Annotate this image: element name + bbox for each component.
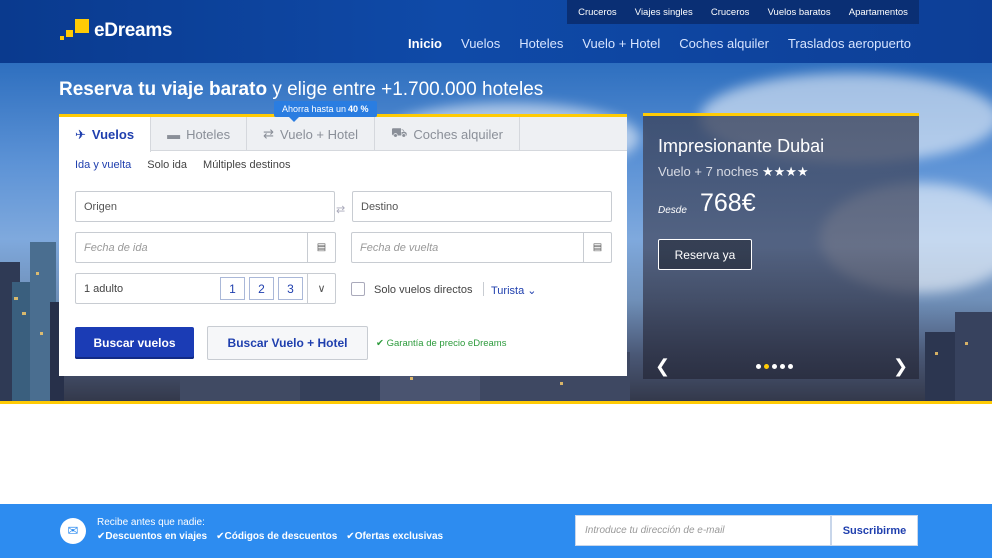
origin-field[interactable]: Origen [75,191,335,222]
logo-mark-icon [59,17,89,45]
carousel-dot[interactable] [772,364,777,369]
book-now-button[interactable]: Reserva ya [658,239,752,270]
topnav-link-viajes-singles[interactable]: Viajes singles [635,7,693,18]
topnav-link-vuelos-baratos[interactable]: Vuelos baratos [768,7,831,18]
search-tabs: ✈ Vuelos ▬ Hoteles ⇄ Vuelo + Hotel ⛟ Coc… [59,117,627,152]
carousel-dot[interactable] [788,364,793,369]
headline-rest: y elige entre +1.700.000 hoteles [267,79,544,100]
passengers-selector: 1 adulto 1 2 3 ∨ [75,273,336,304]
nav-link-coches[interactable]: Coches alquiler [679,36,769,51]
tab-vuelos-label: Vuelos [91,127,135,142]
car-icon: ⛟ [390,125,408,140]
destination-promo-card: Impresionante Dubai Vuelo + 7 noches ★★★… [643,113,919,379]
newsletter-title: Recibe antes que nadie: [97,517,205,528]
passenger-count-2[interactable]: 2 [249,277,274,300]
tab-vuelo-hotel-label: Vuelo + Hotel [280,126,358,142]
promo-subtitle: Vuelo + 7 noches ★★★★ [658,164,809,180]
price-guarantee: ✔ Garantía de precio eDreams [376,338,506,349]
savings-badge-prefix: Ahorra hasta un [282,104,347,114]
hero-headline: Reserva tu viaje barato y elige entre +1… [59,79,543,101]
tab-coches[interactable]: ⛟ Coches alquiler [375,117,520,151]
secondary-nav: Cruceros Viajes singles Cruceros Vuelos … [567,0,919,24]
promo-title: Impresionante Dubai [658,136,825,156]
tab-vuelos[interactable]: ✈ Vuelos [59,117,152,152]
departure-date-placeholder: Fecha de ida [84,241,148,254]
savings-badge-value: 40 % [348,104,369,114]
carousel-dot[interactable] [764,364,769,369]
chevron-left-icon[interactable]: ❮ [655,356,670,377]
direct-flights-checkbox[interactable] [351,282,365,296]
logo-text: eDreams [94,20,173,41]
benefit-item: ✔Códigos de descuentos [216,531,338,542]
benefit-item: ✔Descuentos en viajes [97,531,208,542]
departure-date-field[interactable]: Fecha de ida ▤ [75,232,336,263]
tab-hoteles-label: Hoteles [186,126,231,142]
trip-type-multi[interactable]: Múltiples destinos [203,159,290,171]
price-prefix: Desde [658,205,687,216]
trip-type-selector: Ida y vuelta Solo ida Múltiples destinos [75,159,290,171]
newsletter-bar: ✉ Recibe antes que nadie: ✔Descuentos en… [0,504,992,558]
headline-bold: Reserva tu viaje barato [59,79,268,100]
tab-coches-label: Coches alquiler [413,126,503,142]
tab-hoteles[interactable]: ▬ Hoteles [151,117,248,151]
calendar-icon[interactable]: ▤ [583,233,611,262]
passenger-count-3[interactable]: 3 [278,277,303,300]
subscribe-button[interactable]: Suscribirme [831,515,918,546]
nav-link-traslados[interactable]: Traslados aeropuerto [788,36,911,51]
envelope-icon: ✉ [60,518,86,544]
promo-price: 768€ [700,189,756,217]
plane-icon: ✈ [75,126,86,142]
trip-type-round[interactable]: Ida y vuelta [75,159,131,171]
search-flights-button[interactable]: Buscar vuelos [75,327,194,359]
check-icon: ✔ [376,338,384,349]
carousel-dot[interactable] [780,364,785,369]
destination-field[interactable]: Destino [352,191,612,222]
swap-icon[interactable]: ⇄ [336,203,345,216]
return-date-field[interactable]: Fecha de vuelta ▤ [351,232,612,263]
carousel-dots [756,364,793,369]
edreams-logo[interactable]: eDreams [59,17,172,45]
calendar-icon[interactable]: ▤ [307,233,335,262]
carousel-dot[interactable] [756,364,761,369]
topnav-link-apartamentos[interactable]: Apartamentos [849,7,908,18]
class-value: Turista [491,285,525,297]
direct-flights-label: Solo vuelos directos [374,284,473,296]
nav-link-inicio[interactable]: Inicio [408,36,442,51]
topnav-link-cruceros[interactable]: Cruceros [578,7,617,18]
star-rating-icon: ★★★★ [761,164,809,179]
plane-bed-icon: ⇄ [263,126,275,141]
nav-link-vuelo-hotel[interactable]: Vuelo + Hotel [582,36,660,51]
newsletter-benefits: ✔Descuentos en viajes ✔Códigos de descue… [97,531,443,542]
main-nav: Inicio Vuelos Hoteles Vuelo + Hotel Coch… [408,36,911,51]
class-selector[interactable]: Turista ⌄ [491,284,537,297]
passengers-label: 1 adulto [84,282,124,295]
topnav-link-cruceros-2[interactable]: Cruceros [711,7,750,18]
passenger-count-1[interactable]: 1 [220,277,245,300]
nav-link-hoteles[interactable]: Hoteles [519,36,563,51]
site-header: eDreams Cruceros Viajes singles Cruceros… [0,0,992,63]
benefit-item: ✔Ofertas exclusivas [346,531,444,542]
price-guarantee-label: Garantía de precio eDreams [386,338,507,349]
tab-vuelo-hotel[interactable]: ⇄ Vuelo + Hotel [247,117,375,151]
promo-subtitle-text: Vuelo + 7 noches [658,164,759,179]
bed-icon: ▬ [167,126,181,142]
hero-divider [0,401,992,404]
email-input[interactable]: Introduce tu dirección de e-mail [575,515,831,546]
savings-badge: Ahorra hasta un 40 % [274,101,377,122]
return-date-placeholder: Fecha de vuelta [360,241,439,254]
chevron-down-icon: ⌄ [527,285,537,297]
search-package-button[interactable]: Buscar Vuelo + Hotel [207,326,368,360]
nav-link-vuelos[interactable]: Vuelos [461,36,500,51]
chevron-right-icon[interactable]: ❯ [893,356,908,377]
divider [483,282,484,296]
trip-type-one-way[interactable]: Solo ida [147,159,187,171]
chevron-down-icon[interactable]: ∨ [307,274,335,303]
